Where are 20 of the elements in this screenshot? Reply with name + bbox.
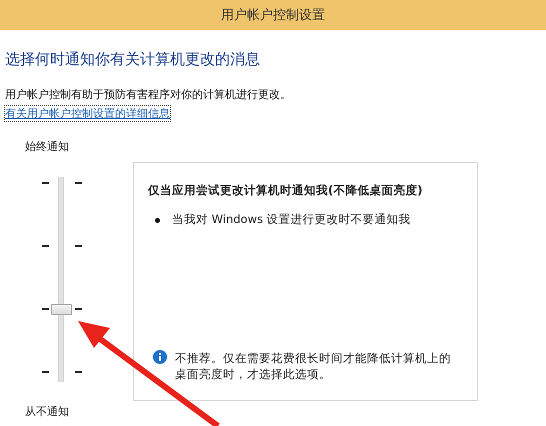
bullet-text: 当我对 Windows 设置进行更改时不要通知我 bbox=[172, 212, 411, 227]
window-title: 用户帐户控制设置 bbox=[0, 0, 546, 30]
tick-mark bbox=[42, 371, 49, 373]
info-icon bbox=[153, 350, 167, 364]
tick-mark bbox=[75, 245, 82, 247]
bullet-icon bbox=[155, 218, 160, 223]
description-text: 用户帐户控制有助于预防有害程序对你的计算机进行更改。 bbox=[5, 87, 292, 102]
tick-mark bbox=[75, 371, 82, 373]
slider-label: 始终通知 bbox=[25, 139, 70, 154]
help-link[interactable]: 有关用户帐户控制设置的详细信息 bbox=[5, 106, 170, 121]
tick-mark bbox=[75, 182, 82, 184]
tick-mark bbox=[42, 308, 49, 310]
option-title: 仅当应用尝试更改计算机时通知我(不降低桌面亮度) bbox=[148, 183, 424, 198]
page-heading: 选择何时通知你有关计算机更改的消息 bbox=[5, 50, 261, 69]
slider-label: 从不通知 bbox=[25, 404, 70, 419]
note-text: 不推荐。仅在需要花费很长时间才能降低计算机上的桌面亮度时，才选择此选项。 bbox=[175, 350, 452, 382]
tick-mark bbox=[42, 245, 49, 247]
tick-mark bbox=[42, 182, 49, 184]
tick-mark bbox=[75, 308, 82, 310]
slider-thumb[interactable] bbox=[51, 304, 72, 316]
